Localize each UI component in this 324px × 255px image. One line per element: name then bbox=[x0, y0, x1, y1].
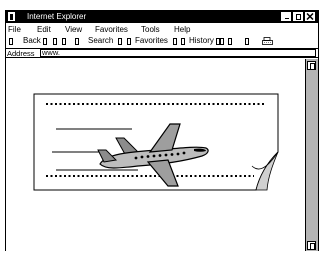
address-input[interactable]: www. bbox=[40, 49, 316, 57]
title-bar[interactable]: Internet Explorer bbox=[6, 11, 318, 23]
close-icon bbox=[306, 13, 314, 20]
menu-tools[interactable]: Tools bbox=[141, 25, 160, 35]
favorites-star-icon bbox=[173, 38, 177, 45]
menu-view[interactable]: View bbox=[65, 25, 82, 35]
search-button[interactable]: Search bbox=[88, 36, 113, 46]
edit-icon[interactable] bbox=[245, 38, 249, 45]
stop-icon[interactable] bbox=[53, 38, 57, 45]
mail-icon[interactable] bbox=[228, 38, 232, 45]
menu-help[interactable]: Help bbox=[174, 25, 190, 35]
menu-favorites[interactable]: Favorites bbox=[95, 25, 128, 35]
toolbar: Back Search Favorites History bbox=[6, 36, 318, 47]
menu-bar: File Edit View Favorites Tools Help bbox=[6, 25, 318, 35]
home-icon[interactable] bbox=[75, 38, 79, 45]
history-small-icon bbox=[181, 38, 185, 45]
search-icon bbox=[118, 38, 122, 45]
close-button[interactable] bbox=[305, 12, 315, 21]
print-icon[interactable] bbox=[262, 37, 273, 46]
forward-icon[interactable] bbox=[43, 38, 47, 45]
address-value: www. bbox=[42, 48, 60, 57]
app-icon bbox=[8, 12, 15, 21]
airplane-ticket-illustration bbox=[33, 93, 279, 191]
history-button[interactable]: History bbox=[189, 36, 214, 46]
address-bar: Address www. bbox=[6, 48, 318, 58]
menu-edit[interactable]: Edit bbox=[37, 25, 51, 35]
scroll-up-button[interactable] bbox=[307, 61, 316, 70]
maximize-button[interactable] bbox=[293, 12, 303, 21]
refresh-icon[interactable] bbox=[62, 38, 66, 45]
favorites-button[interactable]: Favorites bbox=[135, 36, 168, 46]
back-button[interactable]: Back bbox=[23, 36, 41, 46]
back-arrow-icon bbox=[9, 38, 13, 45]
minimize-button[interactable] bbox=[281, 12, 291, 21]
scroll-down-button[interactable] bbox=[307, 241, 316, 250]
window-title: Internet Explorer bbox=[27, 12, 87, 21]
menu-file[interactable]: File bbox=[8, 25, 21, 35]
address-label: Address bbox=[7, 49, 35, 58]
vertical-scrollbar[interactable] bbox=[306, 59, 318, 251]
favorites-icon bbox=[127, 38, 131, 45]
history-icon-2 bbox=[220, 38, 224, 45]
